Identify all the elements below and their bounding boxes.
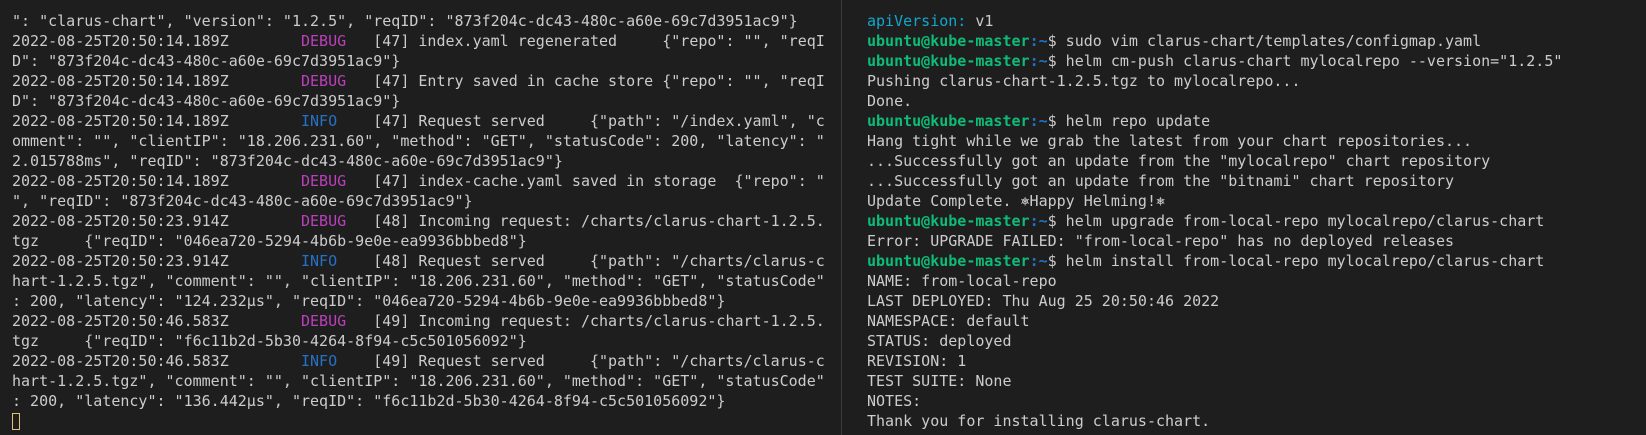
log-timestamp: 2022-08-25T20:50:23.914Z bbox=[12, 212, 229, 230]
log-line: D": "873f204c-dc43-480c-a60e-69c7d3951ac… bbox=[12, 92, 401, 110]
error-line: Error: UPGRADE FAILED: "from-local-repo"… bbox=[867, 232, 1454, 250]
command-line: ubuntu@kube-master:~$ helm cm-push claru… bbox=[867, 51, 1646, 71]
log-line: 2022-08-25T20:50:14.189Z DEBUG [47] inde… bbox=[12, 171, 841, 191]
log-line: tgz {"reqID": "f6c11b2d-5b30-4264-8f94-c… bbox=[12, 332, 527, 350]
log-line: ": "clarus-chart", "version": "1.2.5", "… bbox=[12, 12, 798, 30]
log-timestamp: 2022-08-25T20:50:23.914Z bbox=[12, 252, 229, 270]
prompt-path: :~ bbox=[1029, 32, 1048, 50]
prompt-user: ubuntu@kube-master bbox=[867, 32, 1030, 50]
output-line: TEST SUITE: None bbox=[867, 372, 1012, 390]
log-message: [47] index.yaml regenerated {"repo": "",… bbox=[373, 32, 825, 50]
left-terminal-pane[interactable]: ": "clarus-chart", "version": "1.2.5", "… bbox=[0, 0, 841, 435]
log-level-debug: DEBUG bbox=[301, 72, 347, 90]
log-timestamp: 2022-08-25T20:50:46.583Z bbox=[12, 352, 229, 370]
log-message: [47] Entry saved in cache store {"repo":… bbox=[373, 72, 825, 90]
output-line: Thank you for installing clarus-chart. bbox=[867, 412, 1211, 430]
command-text: $ helm cm-push clarus-chart mylocalrepo … bbox=[1047, 52, 1563, 70]
command-text: $ helm install from-local-repo mylocalre… bbox=[1047, 252, 1545, 270]
log-line: hart-1.2.5.tgz", "comment": "", "clientI… bbox=[12, 272, 825, 290]
prompt-path: :~ bbox=[1029, 252, 1048, 270]
prompt-user: ubuntu@kube-master bbox=[867, 112, 1030, 130]
log-message: [48] Request served {"path": "/charts/cl… bbox=[373, 252, 825, 270]
log-message: [47] Request served {"path": "/index.yam… bbox=[373, 112, 825, 130]
command-text: $ helm repo update bbox=[1047, 112, 1211, 130]
log-line: 2022-08-25T20:50:46.583Z INFO [49] Reque… bbox=[12, 351, 841, 371]
log-level-info: INFO bbox=[301, 252, 338, 270]
log-line: ", "reqID": "873f204c-dc43-480c-a60e-69c… bbox=[12, 192, 473, 210]
cursor-line bbox=[12, 411, 841, 431]
log-line: omment": "", "clientIP": "18.206.231.60"… bbox=[12, 132, 825, 150]
command-line: ubuntu@kube-master:~$ helm repo update bbox=[867, 111, 1646, 131]
log-message: [48] Incoming request: /charts/clarus-ch… bbox=[373, 212, 825, 230]
log-line: 2022-08-25T20:50:14.189Z DEBUG [47] Entr… bbox=[12, 71, 841, 91]
command-line: ubuntu@kube-master:~$ helm upgrade from-… bbox=[867, 211, 1646, 231]
log-level-info: INFO bbox=[301, 352, 338, 370]
prompt-path: :~ bbox=[1029, 52, 1048, 70]
output-line: ...Successfully got an update from the "… bbox=[867, 172, 1454, 190]
prompt-user: ubuntu@kube-master bbox=[867, 252, 1030, 270]
log-line: 2.015788ms", "reqID": "873f204c-dc43-480… bbox=[12, 152, 563, 170]
command-line: ubuntu@kube-master:~$ sudo vim clarus-ch… bbox=[867, 31, 1646, 51]
log-level-info: INFO bbox=[301, 112, 338, 130]
command-line: ubuntu@kube-master:~$ helm install from-… bbox=[867, 251, 1646, 271]
log-message: [47] index-cache.yaml saved in storage {… bbox=[373, 172, 825, 190]
log-line: 2022-08-25T20:50:46.583Z DEBUG [49] Inco… bbox=[12, 311, 841, 331]
log-timestamp: 2022-08-25T20:50:14.189Z bbox=[12, 72, 229, 90]
log-line: : 200, "latency": "124.232µs", "reqID": … bbox=[12, 292, 726, 310]
output-line: Done. bbox=[867, 92, 913, 110]
yaml-line: apiVersion: v1 bbox=[867, 11, 1646, 31]
log-line: : 200, "latency": "136.442µs", "reqID": … bbox=[12, 392, 726, 410]
log-timestamp: 2022-08-25T20:50:46.583Z bbox=[12, 312, 229, 330]
output-line: REVISION: 1 bbox=[867, 352, 967, 370]
prompt-path: :~ bbox=[1029, 212, 1048, 230]
log-timestamp: 2022-08-25T20:50:14.189Z bbox=[12, 172, 229, 190]
log-line: 2022-08-25T20:50:23.914Z DEBUG [48] Inco… bbox=[12, 211, 841, 231]
output-line: NAME: from-local-repo bbox=[867, 272, 1057, 290]
prompt-user: ubuntu@kube-master bbox=[867, 212, 1030, 230]
log-line: 2022-08-25T20:50:23.914Z INFO [48] Reque… bbox=[12, 251, 841, 271]
log-timestamp: 2022-08-25T20:50:14.189Z bbox=[12, 32, 229, 50]
log-line: hart-1.2.5.tgz", "comment": "", "clientI… bbox=[12, 372, 825, 390]
output-line: Update Complete. ⎈Happy Helming!⎈ bbox=[867, 192, 1166, 210]
command-text: $ helm upgrade from-local-repo mylocalre… bbox=[1047, 212, 1545, 230]
output-line: ...Successfully got an update from the "… bbox=[867, 152, 1491, 170]
output-line: Hang tight while we grab the latest from… bbox=[867, 132, 1473, 150]
pane-divider[interactable] bbox=[841, 0, 842, 435]
terminal-cursor bbox=[12, 413, 20, 430]
log-message: [49] Incoming request: /charts/clarus-ch… bbox=[373, 312, 825, 330]
log-level-debug: DEBUG bbox=[301, 172, 347, 190]
prompt-path: :~ bbox=[1029, 112, 1048, 130]
output-line: NAMESPACE: default bbox=[867, 312, 1030, 330]
log-level-debug: DEBUG bbox=[301, 32, 347, 50]
log-line: 2022-08-25T20:50:14.189Z DEBUG [47] inde… bbox=[12, 31, 841, 51]
yaml-value: v1 bbox=[966, 12, 994, 30]
log-level-debug: DEBUG bbox=[301, 312, 347, 330]
log-level-debug: DEBUG bbox=[301, 212, 347, 230]
prompt-user: ubuntu@kube-master bbox=[867, 52, 1030, 70]
log-line: 2022-08-25T20:50:14.189Z INFO [47] Reque… bbox=[12, 111, 841, 131]
output-line: LAST DEPLOYED: Thu Aug 25 20:50:46 2022 bbox=[867, 292, 1220, 310]
command-text: $ sudo vim clarus-chart/templates/config… bbox=[1047, 32, 1482, 50]
log-message: [49] Request served {"path": "/charts/cl… bbox=[373, 352, 825, 370]
log-timestamp: 2022-08-25T20:50:14.189Z bbox=[12, 112, 229, 130]
log-line: tgz {"reqID": "046ea720-5294-4b6b-9e0e-e… bbox=[12, 232, 527, 250]
right-terminal-pane[interactable]: apiVersion: v1 ubuntu@kube-master:~$ sud… bbox=[843, 0, 1646, 435]
output-line: STATUS: deployed bbox=[867, 332, 1012, 350]
yaml-key: apiVersion: bbox=[867, 12, 967, 30]
log-line: D": "873f204c-dc43-480c-a60e-69c7d3951ac… bbox=[12, 52, 401, 70]
output-line: NOTES: bbox=[867, 392, 922, 410]
output-line: Pushing clarus-chart-1.2.5.tgz to myloca… bbox=[867, 72, 1301, 90]
